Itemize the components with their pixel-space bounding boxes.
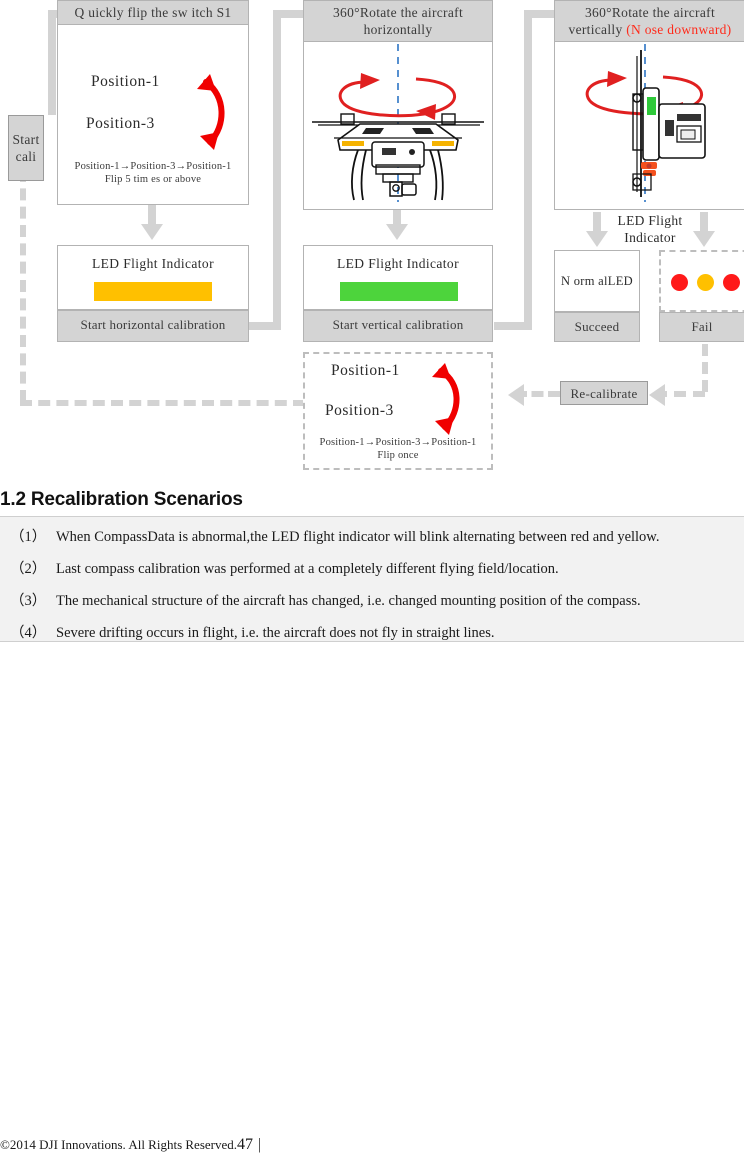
- step2-body: [304, 42, 492, 250]
- scenario-item-text: Last compass calibration was performed a…: [56, 561, 559, 577]
- scenario-item-text: The mechanical structure of the aircraft…: [56, 593, 641, 609]
- step1-position-b: Position-3: [86, 115, 155, 132]
- connector-dashed-left-up: [20, 170, 26, 402]
- step1-note-line2: Flip 5 tim es or above: [104, 174, 202, 185]
- fail-led-dot-group: [661, 252, 744, 310]
- step1-header: Q uickly flip the sw itch S1: [58, 1, 248, 25]
- recal-flip-arrow-icon: [432, 363, 460, 435]
- node-step3-rotate-vertical: 360°Rotate the aircraft vertically (N os…: [554, 0, 744, 210]
- scenario-item-number: （4）: [10, 625, 47, 641]
- step2-led-title: LED Flight Indicator: [337, 256, 459, 271]
- footer-separator: |: [258, 1136, 262, 1153]
- step3-header-line2: vertically: [568, 22, 627, 37]
- connector-step1led-to-step2-vert: [273, 10, 281, 330]
- node-step2-rotate-horizontal: 360°Rotate the aircraft horizontally: [303, 0, 493, 210]
- step2-led-bar-green: [340, 282, 458, 301]
- scenario-item-number: （2）: [10, 561, 47, 577]
- succeed-body: N orm alLED: [555, 251, 639, 311]
- footer-copyright: ©2014 DJI Innovations. All Rights Reserv…: [0, 1137, 238, 1152]
- fail-body: [661, 252, 744, 310]
- node-step1-flip-switch: Q uickly flip the sw itch S1 Position-1 …: [57, 0, 249, 205]
- node-recal-flip-once: Position-1 Position-3 Position-1→Positio…: [303, 352, 493, 470]
- drone-side-view-icon: [585, 44, 706, 202]
- led-branch-label-line1: LED Flight: [617, 213, 683, 228]
- connector-arrow-into-recalibrate: [649, 384, 665, 406]
- node-recalibrate[interactable]: Re-calibrate: [560, 381, 648, 405]
- recal-body: Position-1 Position-3 Position-1→Positio…: [305, 354, 491, 468]
- scenario-item-text: Severe drifting occurs in flight, i.e. t…: [56, 625, 495, 641]
- page-root: Start cali Q uickly flip the sw itch S1 …: [0, 0, 744, 1164]
- fail-led-dot: [671, 274, 688, 291]
- scenario-item-number: （3）: [10, 593, 47, 609]
- step1-led-footer-start-horizontal[interactable]: Start horizontal calibration: [57, 310, 249, 342]
- succeed-footer[interactable]: Succeed: [554, 312, 640, 342]
- step1-led-title: LED Flight Indicator: [92, 256, 214, 271]
- scenario-item: （1） When CompassData is abnormal,the LED …: [0, 529, 744, 545]
- drone-front-view-icon: [312, 44, 484, 202]
- recal-note-line2: Flip once: [377, 450, 419, 461]
- fail-led-dot: [723, 274, 740, 291]
- scenario-item-number: （1）: [10, 529, 47, 545]
- connector-dashed-fail-down: [702, 344, 708, 392]
- node-start-calibration[interactable]: Start cali: [8, 115, 44, 181]
- footer-page-number: 47: [237, 1136, 254, 1153]
- led-branch-label: LED Flight Indicator: [604, 212, 696, 246]
- succeed-normal-led-text: N orm alLED: [560, 274, 634, 288]
- step1-position-a: Position-1: [91, 73, 160, 90]
- step2-header: 360°Rotate the aircraft horizontally: [304, 1, 492, 42]
- scenario-item: （2） Last compass calibration was performe…: [0, 561, 744, 577]
- recal-position-a: Position-1: [331, 362, 400, 379]
- step2-led-footer-start-vertical[interactable]: Start vertical calibration: [303, 310, 493, 342]
- node-fail-indicator: [659, 250, 744, 312]
- step3-header-line1: 360°Rotate the aircraft: [585, 5, 715, 20]
- connector-start-to-step1-vert: [48, 10, 56, 115]
- start-calibration-label: Start cali: [12, 132, 40, 164]
- connector-arrow-into-recal-step: [508, 384, 524, 406]
- scenario-item: （4） Severe drifting occurs in flight, i.e…: [0, 625, 744, 641]
- step2-header-line1: 360°Rotate the aircraft: [333, 5, 463, 20]
- step3-header: 360°Rotate the aircraft vertically (N os…: [555, 1, 744, 42]
- step1-led-body: LED Flight Indicator: [58, 246, 248, 309]
- step1-note: Position-1→Position-3→Position-1 Flip 5 …: [58, 160, 248, 186]
- page-footer: ©2014 DJI Innovations. All Rights Reserv…: [0, 1136, 744, 1154]
- step2-header-line2: horizontally: [363, 22, 433, 37]
- led-branch-label-line2: Indicator: [624, 230, 676, 245]
- node-succeed-indicator: N orm alLED: [554, 250, 640, 312]
- section-title: 1.2 Recalibration Scenarios: [0, 489, 243, 510]
- step1-note-line1: Position-1→Position-3→Position-1: [74, 161, 232, 172]
- fail-led-dot: [697, 274, 714, 291]
- step3-header-nose-downward: (N ose downward): [626, 22, 732, 37]
- step1-body: Position-1 Position-3 Position-1→Positio…: [58, 25, 248, 228]
- connector-step2led-to-step3-vert: [524, 10, 532, 330]
- node-step1-led-indicator: LED Flight Indicator: [57, 245, 249, 310]
- recal-position-b: Position-3: [325, 402, 394, 419]
- scenario-item-text: When CompassData is abnormal,the LED fli…: [56, 529, 660, 545]
- connector-dashed-bottom-rail: [20, 400, 305, 406]
- recal-note: Position-1→Position-3→Position-1 Flip on…: [305, 436, 491, 462]
- node-step2-led-indicator: LED Flight Indicator: [303, 245, 493, 310]
- step2-led-body: LED Flight Indicator: [304, 246, 492, 309]
- recalibration-scenarios-box: （1） When CompassData is abnormal,the LED …: [0, 516, 744, 642]
- scenario-item: （3） The mechanical structure of the aircr…: [0, 593, 744, 609]
- fail-footer[interactable]: Fail: [659, 312, 744, 342]
- step1-flip-arrow-icon: [197, 74, 225, 150]
- scenario-list: （1） When CompassData is abnormal,the LED …: [0, 529, 744, 641]
- step1-led-bar-yellow: [94, 282, 212, 301]
- connector-step2led-to-step3-h1: [494, 322, 526, 330]
- recal-note-line1: Position-1→Position-3→Position-1: [319, 437, 477, 448]
